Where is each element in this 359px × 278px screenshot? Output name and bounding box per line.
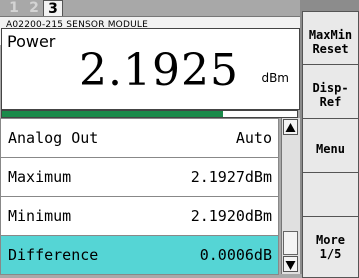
- tab-1[interactable]: 1: [6, 0, 22, 16]
- list-item-analog-out[interactable]: Analog Out Auto: [0, 118, 279, 158]
- softkey-label-line1: Menu: [316, 142, 345, 156]
- row-label: Minimum: [8, 207, 72, 225]
- parameter-label: Power: [7, 32, 56, 51]
- measurement-value: 2.1925: [79, 45, 239, 96]
- arrow-down-icon: [285, 261, 296, 270]
- tab-2[interactable]: 2: [26, 0, 42, 16]
- softkey-label-line2: Reset: [312, 42, 349, 56]
- row-label: Analog Out: [8, 129, 99, 147]
- row-value: 2.1927dBm: [190, 168, 272, 186]
- row-value: Auto: [235, 129, 272, 147]
- row-value: 0.0006dB: [199, 246, 272, 264]
- level-bar-fill: [2, 111, 224, 117]
- menu-softkey[interactable]: Menu: [302, 118, 359, 180]
- scroll-up-button[interactable]: [283, 119, 298, 135]
- row-label: Difference: [8, 246, 99, 264]
- list-scrollbar[interactable]: [281, 118, 300, 274]
- list-item-maximum[interactable]: Maximum 2.1927dBm: [0, 157, 279, 197]
- list-item-minimum[interactable]: Minimum 2.1920dBm: [0, 196, 279, 236]
- softkey-panel: MaxMin Reset Disp- Ref Menu More 1/5: [300, 0, 359, 278]
- list-item-difference[interactable]: Difference 0.0006dB: [0, 235, 279, 275]
- row-value: 2.1920dBm: [190, 207, 272, 225]
- softkey-label-line1: More: [316, 233, 345, 247]
- row-label: Maximum: [8, 168, 72, 186]
- scroll-down-button[interactable]: [283, 256, 298, 272]
- arrow-up-icon: [285, 123, 296, 132]
- main-panel: 1 2 3 A02200-215 SENSOR MODULE Power 2.1…: [0, 0, 300, 275]
- softkey-label-line1: Disp-: [312, 81, 349, 95]
- level-bar: [1, 110, 298, 118]
- measurement-display: Power 2.1925 dBm: [1, 28, 300, 110]
- scroll-thumb[interactable]: [283, 231, 298, 255]
- softkey-label-line2: 1/5: [319, 247, 342, 261]
- more-softkey[interactable]: More 1/5: [302, 216, 359, 278]
- measurement-unit: dBm: [261, 71, 289, 85]
- disp-ref-softkey[interactable]: Disp- Ref: [302, 64, 359, 126]
- softkey-label-line1: MaxMin: [308, 28, 353, 42]
- softkey-label-line2: Ref: [319, 95, 342, 109]
